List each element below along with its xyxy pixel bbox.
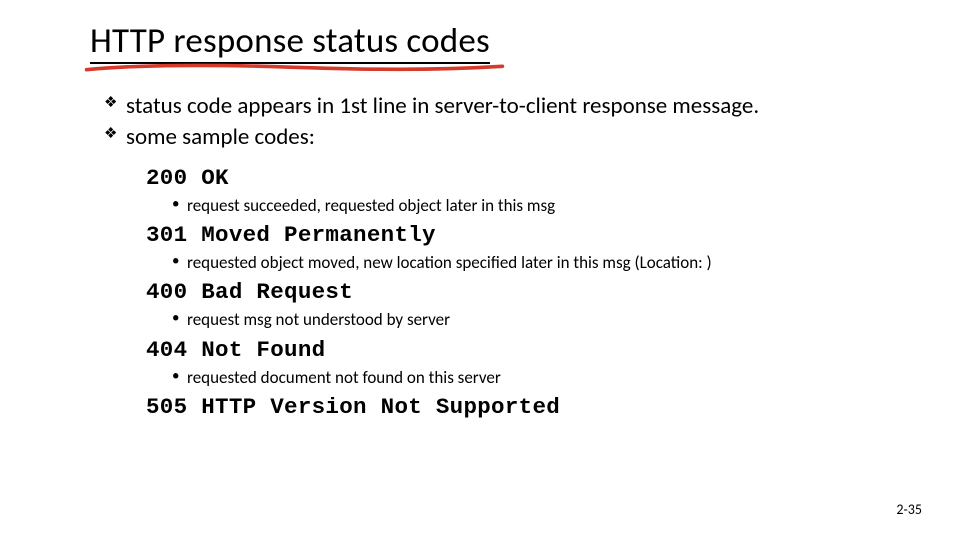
bullet-item: some sample codes:: [104, 123, 870, 152]
status-code-list: 200 OK request succeeded, requested obje…: [146, 165, 870, 420]
status-code-404-desc: requested document not found on this ser…: [172, 367, 870, 388]
bullet-list: status code appears in 1st line in serve…: [104, 92, 870, 153]
slide-title: HTTP response status codes: [90, 20, 490, 64]
status-code-505: 505 HTTP Version Not Supported: [146, 394, 870, 420]
status-code-404: 404 Not Found: [146, 337, 870, 363]
status-code-desc-text: requested object moved, new location spe…: [172, 252, 870, 273]
status-code-400-desc: request msg not understood by server: [172, 309, 870, 330]
title-wrap: HTTP response status codes: [90, 20, 490, 64]
status-code-desc-text: request msg not understood by server: [172, 309, 870, 330]
status-code-desc-text: request succeeded, requested object late…: [172, 195, 870, 216]
status-code-desc-text: requested document not found on this ser…: [172, 367, 870, 388]
status-code-301-desc: requested object moved, new location spe…: [172, 252, 870, 273]
bullet-item: status code appears in 1st line in serve…: [104, 92, 870, 121]
slide: HTTP response status codes status code a…: [0, 0, 960, 420]
status-code-301: 301 Moved Permanently: [146, 222, 870, 248]
status-code-400: 400 Bad Request: [146, 279, 870, 305]
slide-number: 2-35: [896, 501, 922, 518]
status-code-200: 200 OK: [146, 165, 870, 191]
status-code-200-desc: request succeeded, requested object late…: [172, 195, 870, 216]
